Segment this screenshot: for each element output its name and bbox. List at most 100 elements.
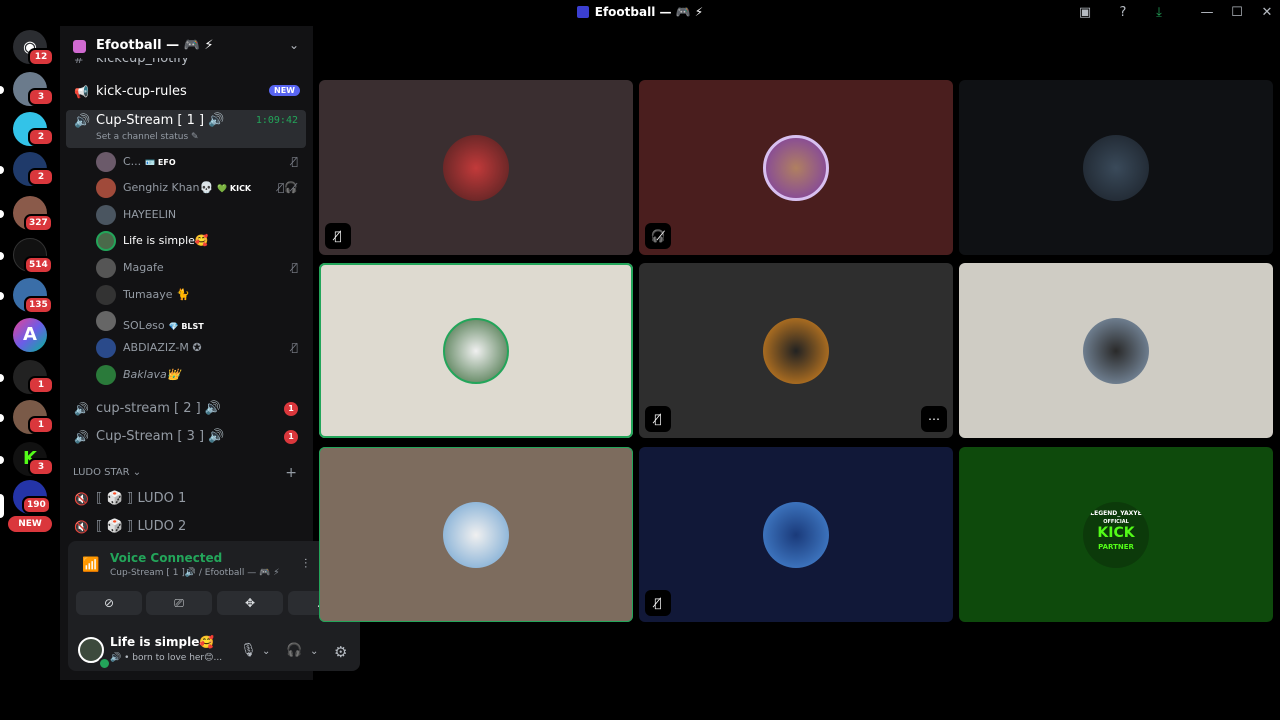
- unread-indicator: [0, 252, 4, 260]
- voice-member[interactable]: HAYEELIN: [96, 203, 302, 227]
- microphone-icon[interactable]: 🎙: [240, 643, 257, 658]
- inbox-icon[interactable]: ▣: [1076, 4, 1094, 22]
- video-tile[interactable]: 🎧̸: [639, 80, 953, 255]
- video-tile[interactable]: [959, 263, 1273, 438]
- badge: 2: [28, 168, 54, 186]
- badge: 135: [24, 296, 53, 314]
- video-tile[interactable]: 🎙̸ ⋯: [639, 263, 953, 438]
- unread-indicator: [0, 86, 4, 94]
- deafened-icon: 🎧̸: [645, 223, 671, 249]
- unread-indicator: [0, 210, 4, 218]
- voice-member[interactable]: Magafe 🎙̸: [96, 256, 302, 280]
- selected-indicator: [0, 494, 4, 518]
- screen-share-button[interactable]: ⎚: [146, 591, 212, 615]
- member-name: ABDIAZIZ-M ✪: [123, 341, 202, 354]
- channel-label: kick-cup-rules: [96, 84, 187, 99]
- muted-icon: 🎙̸: [291, 341, 298, 354]
- avatar: [96, 205, 116, 225]
- channel-label: kickcup_notify: [96, 58, 189, 66]
- server-boost-icon: [73, 40, 86, 53]
- voice-member-speaking[interactable]: Life is simple🥰: [96, 229, 302, 253]
- member-name: C... 🪪 EFO: [123, 155, 176, 168]
- server-rail: ◉ 12 3 2 2 327 514 135 A 1 1 K 3 190 NEW: [0, 26, 60, 680]
- camera-toggle-button[interactable]: ⊘: [76, 591, 142, 615]
- new-badge: NEW: [8, 516, 52, 532]
- maximize-button[interactable]: ☐: [1228, 4, 1246, 22]
- avatar: [763, 318, 829, 384]
- voice-member[interactable]: Baklava👑: [96, 363, 302, 387]
- channel-kick-cup-rules[interactable]: 📢 kick-cup-rules NEW: [66, 80, 306, 104]
- voice-member[interactable]: Genghiz Khan💀 💚 KICK 🎙̸🎧̸: [96, 176, 302, 200]
- download-icon[interactable]: ⤓: [1150, 4, 1168, 22]
- chevron-down-icon[interactable]: ⌄: [289, 38, 299, 52]
- voice-connected-subtitle[interactable]: Cup-Stream [ 1 ]🔊 / Efootball — 🎮 ⚡: [110, 568, 280, 578]
- channel-cup-stream-1[interactable]: 🔊 Cup-Stream [ 1 ] 🔊 1:09:42 Set a chann…: [66, 110, 306, 148]
- channel-label: cup-stream [ 2 ] 🔊: [96, 401, 222, 416]
- server-icon[interactable]: A: [13, 318, 47, 352]
- unread-indicator: [0, 166, 4, 174]
- video-tile[interactable]: [319, 447, 633, 622]
- server-logo-icon: [576, 6, 589, 18]
- activities-button[interactable]: ✥: [217, 591, 283, 615]
- settings-gear-icon[interactable]: ⚙: [334, 643, 347, 661]
- voice-member[interactable]: SOLꪮso 💎 BLST: [96, 309, 302, 333]
- headphones-icon[interactable]: 🎧: [286, 643, 302, 658]
- avatar: [763, 135, 829, 201]
- unread-indicator: [0, 292, 4, 300]
- avatar: [443, 135, 509, 201]
- minimize-button[interactable]: —: [1198, 4, 1216, 22]
- avatar: [96, 338, 116, 358]
- avatar: [96, 311, 116, 331]
- voice-connected-label[interactable]: Voice Connected: [110, 551, 222, 565]
- user-name[interactable]: Life is simple🥰: [110, 635, 214, 649]
- muted-icon: 🎙̸: [325, 223, 351, 249]
- channel-item[interactable]: # kickcup_notify: [66, 58, 306, 70]
- member-name: Baklava👑: [123, 368, 181, 381]
- channel-label: ⟦ 🎲 ⟧ LUDO 2: [96, 519, 187, 534]
- video-tile[interactable]: 🎙̸: [639, 447, 953, 622]
- voice-member[interactable]: ABDIAZIZ-M ✪ 🎙̸: [96, 336, 302, 360]
- avatar: [96, 152, 116, 172]
- member-name: HAYEELIN: [123, 208, 177, 221]
- avatar: [443, 318, 509, 384]
- muted-icon: 🎙̸: [291, 261, 298, 274]
- help-icon[interactable]: ?: [1114, 4, 1132, 22]
- channel-cup-stream-3[interactable]: 🔊 Cup-Stream [ 3 ] 🔊 1: [66, 425, 306, 449]
- user-panel: 📶 Voice Connected Cup-Stream [ 1 ]🔊 / Ef…: [68, 541, 360, 671]
- member-name: Genghiz Khan💀 💚 KICK: [123, 181, 252, 194]
- badge: 3: [28, 88, 54, 106]
- avatar: [1083, 318, 1149, 384]
- voice-member[interactable]: C... 🪪 EFO 🎙̸: [96, 150, 302, 174]
- signal-icon: 📶: [82, 557, 100, 573]
- call-timer: 1:09:42: [255, 115, 298, 126]
- close-button[interactable]: ✕: [1258, 4, 1276, 22]
- locked-speaker-icon: 🔇: [74, 492, 89, 506]
- mention-badge: 1: [284, 430, 298, 444]
- channel-status[interactable]: Set a channel status ✎: [96, 132, 199, 142]
- unread-indicator: [0, 414, 4, 422]
- kick-partner-owner-text: LEGEND_YAXYE: [1090, 510, 1142, 517]
- muted-icon: 🎙̸: [645, 590, 671, 616]
- muted-icon: 🎙̸: [291, 155, 298, 168]
- user-status: 🔊 • born to love her😊...: [110, 653, 223, 663]
- video-tile-speaking[interactable]: [319, 263, 633, 438]
- badge: 12: [28, 48, 54, 66]
- noise-suppression-icon[interactable]: ⫶: [304, 557, 307, 572]
- voice-member[interactable]: Tumaaye 🐈: [96, 283, 302, 307]
- video-tile[interactable]: [959, 80, 1273, 255]
- chevron-down-icon[interactable]: ⌄: [310, 646, 318, 657]
- badge: 514: [24, 256, 53, 274]
- add-channel-icon[interactable]: +: [285, 465, 297, 481]
- video-tile[interactable]: LEGEND_YAXYE OFFICIAL KICK PARTNER: [959, 447, 1273, 622]
- channel-cup-stream-2[interactable]: 🔊 cup-stream [ 2 ] 🔊 1: [66, 397, 306, 421]
- channel-ludo-2[interactable]: 🔇 ⟦ 🎲 ⟧ LUDO 2: [66, 515, 306, 539]
- chevron-down-icon[interactable]: ⌄: [262, 646, 270, 657]
- more-options-icon[interactable]: ⋯: [921, 406, 947, 432]
- video-tile[interactable]: 🎙̸: [319, 80, 633, 255]
- server-name: Efootball — 🎮 ⚡: [96, 38, 214, 53]
- channel-ludo-1[interactable]: 🔇 ⟦ 🎲 ⟧ LUDO 1: [66, 487, 306, 511]
- member-name: Life is simple🥰: [123, 234, 209, 247]
- avatar: [96, 258, 116, 278]
- category-ludo-star[interactable]: LUDO STAR ⌄: [73, 467, 141, 478]
- new-badge: NEW: [269, 85, 300, 96]
